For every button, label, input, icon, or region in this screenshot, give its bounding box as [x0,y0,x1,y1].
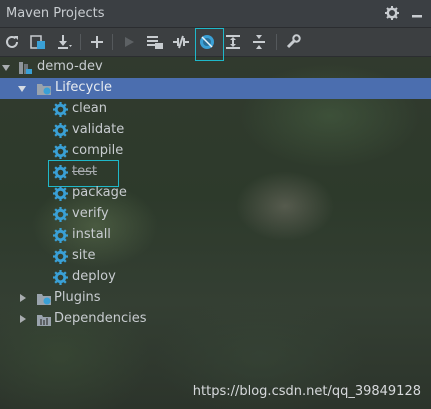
collapse-all-icon[interactable] [248,31,270,53]
goal-clean[interactable]: clean [0,99,431,120]
toggle-offline-icon[interactable] [170,31,192,53]
show-dependencies-icon[interactable] [222,31,244,53]
goal-label: verify [72,206,109,221]
goal-label: clean [72,101,107,116]
dependencies-folder-icon [37,315,51,326]
goal-label: site [72,248,96,263]
goal-deploy[interactable]: deploy [0,267,431,288]
project-label: demo-dev [37,59,103,74]
execute-goal-icon[interactable] [144,31,166,53]
goal-package[interactable]: package [0,183,431,204]
plugins-folder-icon [37,294,51,305]
goal-test[interactable]: test [0,160,431,187]
minimize-icon[interactable] [411,5,423,24]
gear-icon [53,207,68,222]
tree-node-project[interactable]: demo-dev [0,57,431,78]
lifecycle-folder-icon [37,84,51,95]
maven-project-icon [19,62,32,74]
dependencies-label: Dependencies [54,311,147,326]
download-icon[interactable] [53,31,75,53]
goal-verify[interactable]: verify [0,204,431,225]
gear-icon [53,249,68,264]
watermark: https://blog.csdn.net/qq_39849128 [192,384,421,399]
tree-node-lifecycle[interactable]: Lifecycle [0,78,431,99]
expanded-arrow-icon[interactable] [17,84,27,94]
panel-title: Maven Projects [6,6,105,21]
generate-sources-icon[interactable] [27,31,49,53]
goal-validate[interactable]: validate [0,120,431,141]
gear-icon [53,144,68,159]
expanded-arrow-icon[interactable] [1,63,11,73]
goal-label: deploy [72,269,116,284]
toolbar [0,28,431,61]
gear-icon [53,102,68,117]
run-icon[interactable] [118,31,140,53]
lifecycle-label: Lifecycle [55,80,113,95]
collapsed-arrow-icon[interactable] [18,314,28,324]
goal-label: install [72,227,111,242]
gear-icon [53,123,68,138]
goal-label: validate [72,122,125,137]
goal-compile[interactable]: compile [0,141,431,162]
gear-icon [53,186,68,201]
gear-icon [53,270,68,285]
title-bar: Maven Projects [0,0,431,28]
collapsed-arrow-icon[interactable] [18,293,28,303]
gear-icon[interactable] [385,5,399,24]
reimport-icon[interactable] [1,31,23,53]
add-icon[interactable] [86,31,108,53]
tree-node-dependencies[interactable]: Dependencies [0,309,431,330]
goal-site[interactable]: site [0,246,431,267]
goal-label: compile [72,143,124,158]
goal-label: package [72,185,127,200]
settings-wrench-icon[interactable] [282,31,304,53]
tree-node-plugins[interactable]: Plugins [0,288,431,309]
gear-icon [53,228,68,243]
plugins-label: Plugins [54,290,101,305]
goal-install[interactable]: install [0,225,431,246]
